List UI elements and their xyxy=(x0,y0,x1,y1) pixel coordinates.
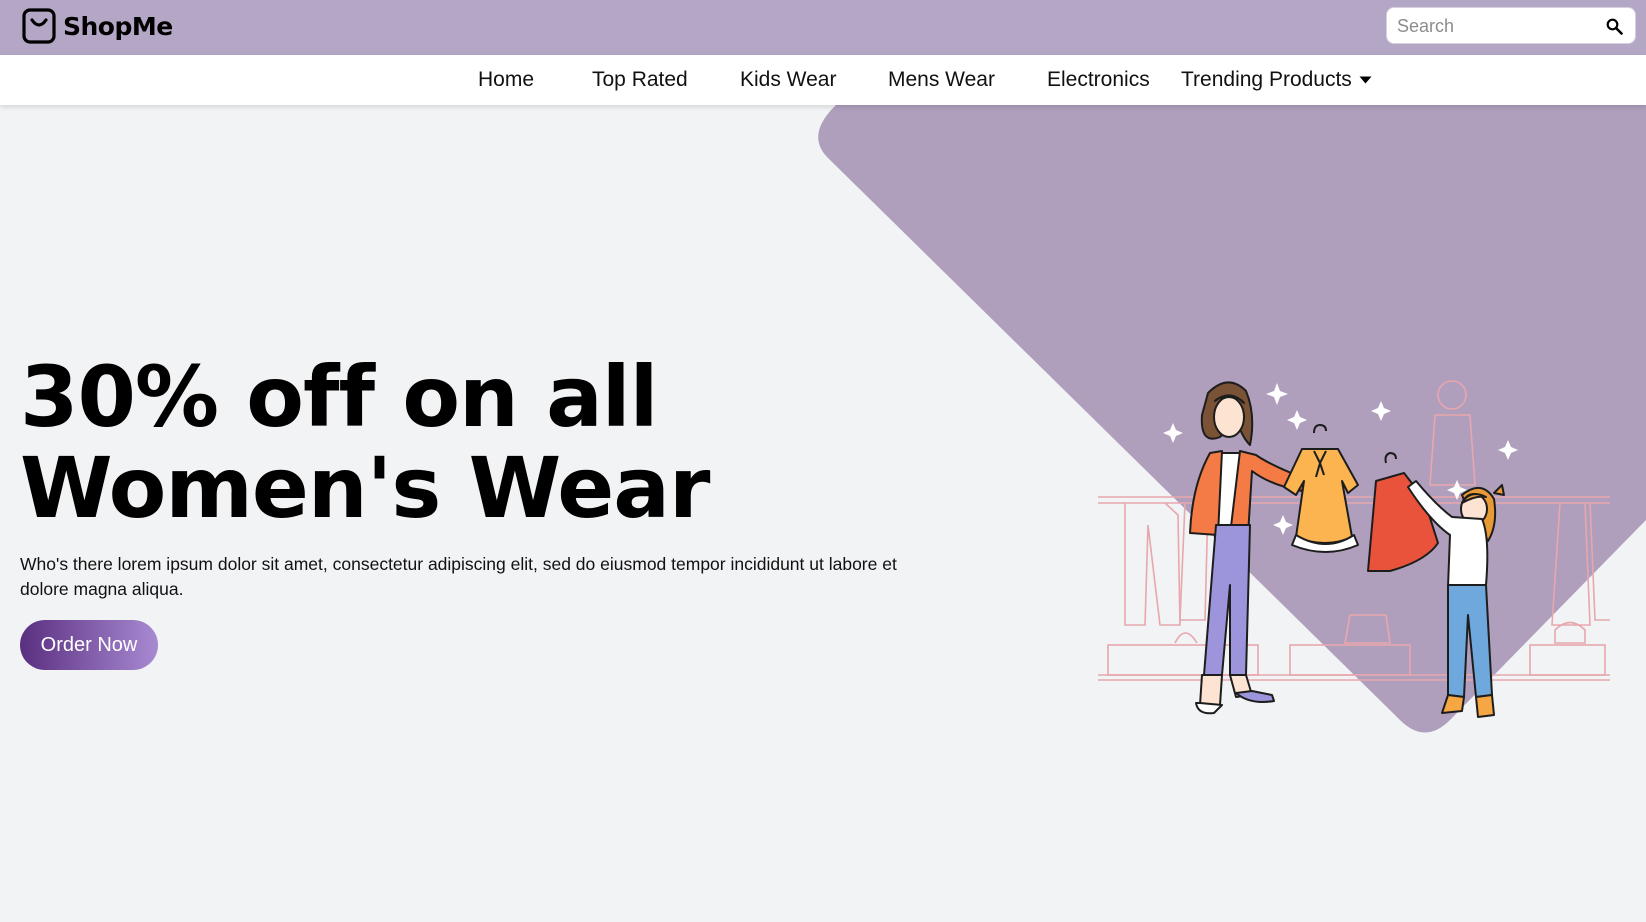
shopping-bag-icon xyxy=(22,8,56,44)
order-now-button[interactable]: Order Now xyxy=(20,620,158,670)
nav-item-trending-products[interactable]: Trending Products xyxy=(1181,68,1372,92)
hero-description: Who's there lorem ipsum dolor sit amet, … xyxy=(20,554,897,599)
nav-item-label: Home xyxy=(478,68,535,91)
nav-item-label: Electronics xyxy=(1047,68,1150,91)
hero-headline: 30% off on all Women's Wear xyxy=(20,352,920,534)
search-input[interactable] xyxy=(1397,14,1597,38)
top-bar: ShopMe xyxy=(0,0,1646,55)
nav-item-label: Kids Wear xyxy=(740,68,837,91)
nav-item-label: Top Rated xyxy=(592,68,688,91)
hero-headline-line-1: 30% off on all xyxy=(20,348,658,446)
nav-item-top-rated[interactable]: Top Rated xyxy=(592,68,688,92)
caret-down-icon xyxy=(1359,76,1372,84)
yellow-dress xyxy=(1283,424,1359,553)
search-box xyxy=(1386,7,1636,44)
brand-logo[interactable]: ShopMe xyxy=(22,8,173,44)
brand-name: ShopMe xyxy=(63,11,173,41)
nav-item-mens-wear[interactable]: Mens Wear xyxy=(888,68,995,92)
nav-item-label: Trending Products xyxy=(1181,68,1352,91)
store-background-lineart xyxy=(1098,380,1610,681)
nav-item-kids-wear[interactable]: Kids Wear xyxy=(740,68,836,92)
hero-headline-line-2: Women's Wear xyxy=(20,439,710,537)
main-nav: Home Top Rated Kids Wear Mens Wear Elect… xyxy=(0,55,1646,105)
nav-item-electronics[interactable]: Electronics xyxy=(1047,68,1150,92)
search-icon[interactable] xyxy=(1606,18,1623,35)
nav-item-label: Mens Wear xyxy=(888,68,995,91)
shopping-illustration xyxy=(1098,380,1610,718)
nav-item-home[interactable]: Home xyxy=(478,68,534,92)
